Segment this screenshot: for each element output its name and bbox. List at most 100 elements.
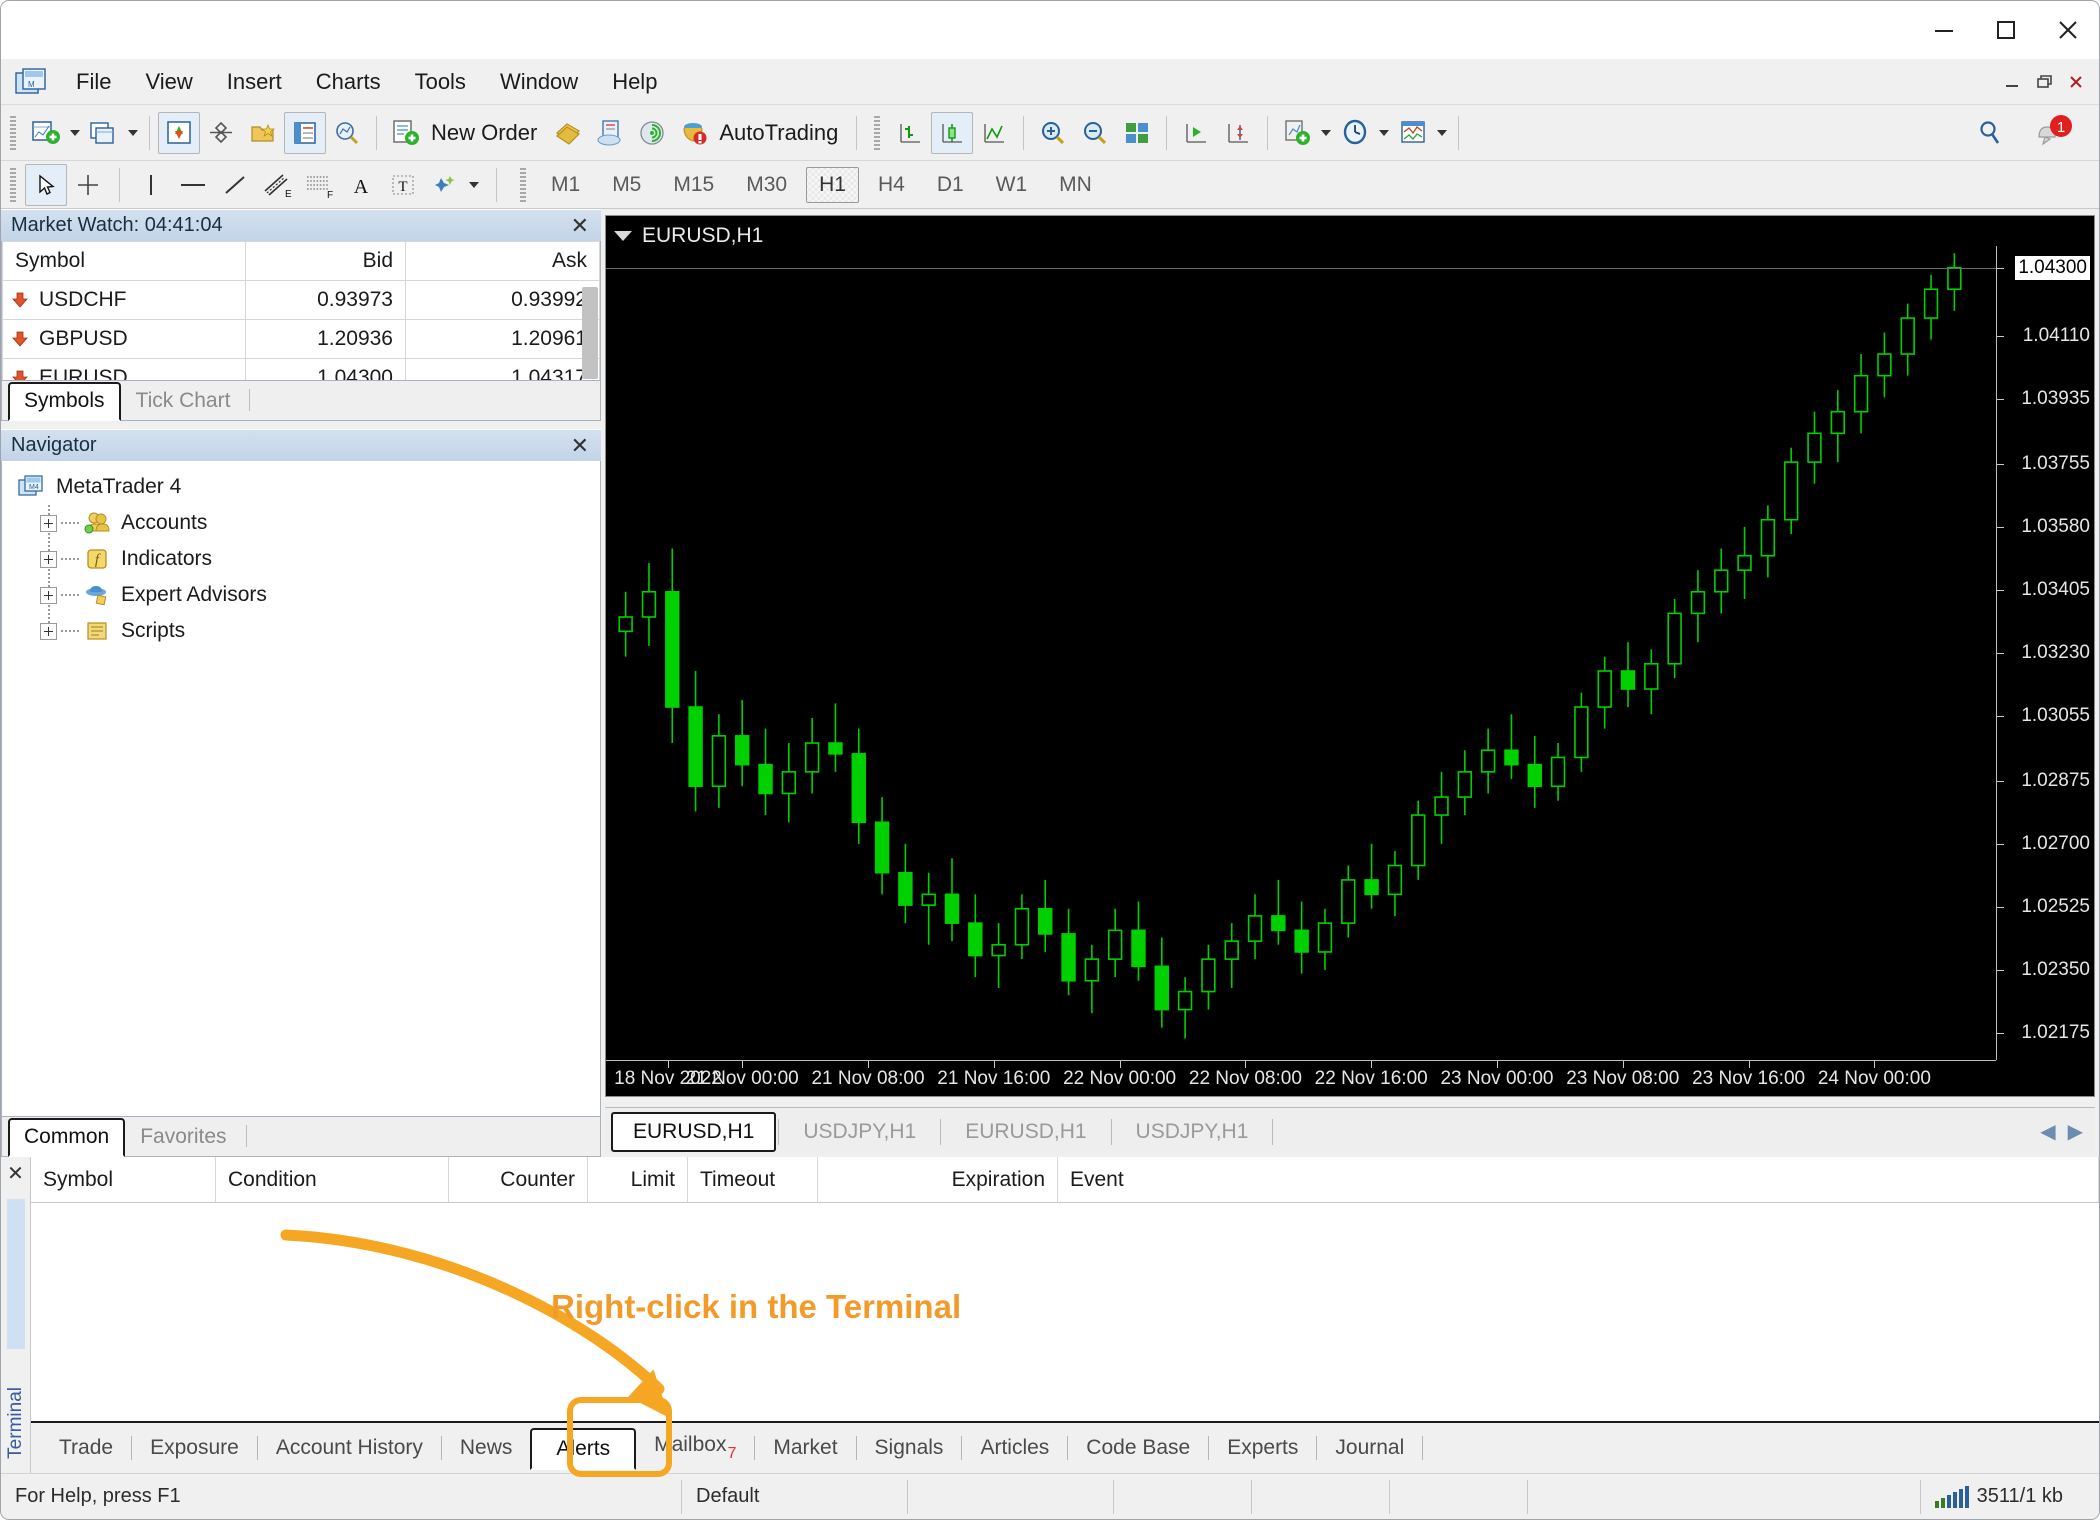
equidistant-channel-icon[interactable]: E <box>256 164 298 206</box>
chart-plot-area[interactable] <box>606 246 1996 1060</box>
notification-bell-icon[interactable]: 1 <box>2029 112 2077 154</box>
menu-file[interactable]: File <box>59 65 128 99</box>
line-chart-icon[interactable] <box>973 112 1015 154</box>
profiles-dropdown-icon[interactable] <box>125 112 141 154</box>
tab-favorites[interactable]: Favorites <box>125 1119 241 1156</box>
market-watch-icon[interactable] <box>158 111 200 154</box>
column-header-expiration[interactable]: Expiration <box>818 1157 1058 1202</box>
tab-symbols[interactable]: Symbols <box>8 382 121 421</box>
text-label-icon[interactable]: T <box>382 164 424 206</box>
table-row[interactable]: USDCHF 0.93973 0.93992 <box>2 280 600 320</box>
time-axis[interactable]: 18 Nov 2022 21 Nov 00:00 21 Nov 08:00 21 No… <box>606 1060 1996 1096</box>
chart-window[interactable]: EURUSD,H1 1.04300 1.04110 1.03935 1.03755 1.… <box>605 215 2095 1097</box>
chart-toolbar-grip[interactable] <box>873 115 884 150</box>
indicators-icon[interactable] <box>1276 112 1318 154</box>
profiles-icon[interactable] <box>83 112 125 154</box>
metaeditor-icon[interactable] <box>547 112 589 154</box>
status-profile[interactable]: Default <box>682 1480 907 1514</box>
zoom-in-icon[interactable] <box>1032 112 1074 154</box>
terminal-tab-journal[interactable]: Journal <box>1317 1428 1422 1468</box>
terminal-tab-account-history[interactable]: Account History <box>258 1428 441 1468</box>
autoscroll-icon[interactable] <box>1175 112 1217 154</box>
autotrading-button[interactable]: AutoTrading <box>673 112 848 154</box>
navigator-icon[interactable] <box>242 112 284 154</box>
expand-icon[interactable] <box>40 586 57 604</box>
draw-objects-dropdown-icon[interactable] <box>466 164 482 206</box>
terminal-tab-experts[interactable]: Experts <box>1209 1428 1316 1468</box>
column-header-condition[interactable]: Condition <box>216 1157 449 1202</box>
market-watch-scrollbar[interactable] <box>582 287 598 379</box>
autotrading-icon[interactable] <box>673 112 715 154</box>
new-chart-icon[interactable] <box>25 112 67 154</box>
terminal-tab-market[interactable]: Market <box>755 1428 855 1468</box>
indicators-dropdown-icon[interactable] <box>1318 112 1334 154</box>
new-order-label[interactable]: New Order <box>427 120 547 146</box>
market-watch-close-icon[interactable]: ✕ <box>565 213 595 239</box>
new-chart-dropdown-icon[interactable] <box>67 112 83 154</box>
terminal-icon[interactable] <box>284 111 326 154</box>
tree-item-expert-advisors[interactable]: Expert Advisors <box>10 577 600 613</box>
chart-tab-2[interactable]: EURUSD,H1 <box>943 1113 1108 1151</box>
expand-icon[interactable] <box>40 550 57 568</box>
timeframe-m15[interactable]: M15 <box>660 167 727 203</box>
signals-icon[interactable] <box>631 112 673 154</box>
status-connection[interactable]: 3511/1 kb <box>1921 1480 2077 1514</box>
candlestick-chart-icon[interactable] <box>931 111 974 154</box>
menu-view[interactable]: View <box>128 65 209 99</box>
terminal-tab-exposure[interactable]: Exposure <box>132 1428 257 1468</box>
new-order-icon[interactable] <box>385 112 427 154</box>
terminal-tab-articles[interactable]: Articles <box>962 1428 1067 1468</box>
timeframe-d1[interactable]: D1 <box>924 167 977 203</box>
terminal-tab-news[interactable]: News <box>442 1428 531 1468</box>
data-window-icon[interactable] <box>200 112 242 154</box>
chevron-down-icon[interactable] <box>614 231 632 241</box>
column-header-counter[interactable]: Counter <box>449 1157 588 1202</box>
periods-dropdown-icon[interactable] <box>1376 112 1392 154</box>
horizontal-line-icon[interactable] <box>172 164 214 206</box>
mql5-community-icon[interactable] <box>589 112 631 154</box>
menu-tools[interactable]: Tools <box>398 65 483 99</box>
templates-icon[interactable] <box>1392 112 1434 154</box>
timeframe-mn[interactable]: MN <box>1046 167 1105 203</box>
menu-charts[interactable]: Charts <box>299 65 398 99</box>
trendline-icon[interactable] <box>214 164 256 206</box>
chart-tab-1[interactable]: USDJPY,H1 <box>781 1113 938 1151</box>
price-axis[interactable]: 1.04300 1.04110 1.03935 1.03755 1.03580 1.034… <box>1996 246 2094 1060</box>
column-header-ask[interactable]: Ask <box>405 241 600 281</box>
tab-tick-chart[interactable]: Tick Chart <box>121 383 246 420</box>
timeframe-m5[interactable]: M5 <box>599 167 654 203</box>
tree-item-scripts[interactable]: Scripts <box>10 613 600 649</box>
column-header-bid[interactable]: Bid <box>245 241 406 281</box>
window-maximize-button[interactable] <box>1975 8 2037 52</box>
scroll-right-icon[interactable]: ▶ <box>2068 1119 2083 1144</box>
column-header-event[interactable]: Event <box>1058 1157 2099 1202</box>
chart-shift-icon[interactable] <box>1217 112 1259 154</box>
timeframe-m1[interactable]: M1 <box>538 167 593 203</box>
zoom-out-icon[interactable] <box>1074 112 1116 154</box>
document-restore-button[interactable] <box>2029 67 2059 97</box>
window-close-button[interactable] <box>2037 8 2099 52</box>
document-close-button[interactable] <box>2061 67 2091 97</box>
search-icon[interactable] <box>1969 112 2011 154</box>
timeframe-h4[interactable]: H4 <box>865 167 918 203</box>
expand-icon[interactable] <box>40 514 57 532</box>
menu-window[interactable]: Window <box>483 65 595 99</box>
terminal-tab-mailbox[interactable]: Mailbox7 <box>636 1425 754 1471</box>
tree-item-accounts[interactable]: Accounts <box>10 505 600 541</box>
column-header-symbol[interactable]: Symbol <box>2 241 246 281</box>
tree-item-indicators[interactable]: f Indicators <box>10 541 600 577</box>
autotrading-label[interactable]: AutoTrading <box>715 120 848 146</box>
terminal-content-area[interactable]: Right-click in the Terminal <box>31 1203 2099 1421</box>
timeframe-m30[interactable]: M30 <box>733 167 800 203</box>
chart-tab-3[interactable]: USDJPY,H1 <box>1114 1113 1271 1151</box>
text-icon[interactable]: A <box>340 164 382 206</box>
terminal-tab-signals[interactable]: Signals <box>857 1428 962 1468</box>
tab-common[interactable]: Common <box>8 1118 126 1157</box>
scroll-left-icon[interactable]: ◀ <box>2040 1119 2055 1144</box>
cursor-icon[interactable] <box>25 163 67 206</box>
menu-help[interactable]: Help <box>595 65 674 99</box>
chart-tab-0[interactable]: EURUSD,H1 <box>611 1111 777 1152</box>
templates-dropdown-icon[interactable] <box>1434 112 1450 154</box>
column-header-limit[interactable]: Limit <box>588 1157 688 1202</box>
vertical-line-icon[interactable] <box>130 164 172 206</box>
